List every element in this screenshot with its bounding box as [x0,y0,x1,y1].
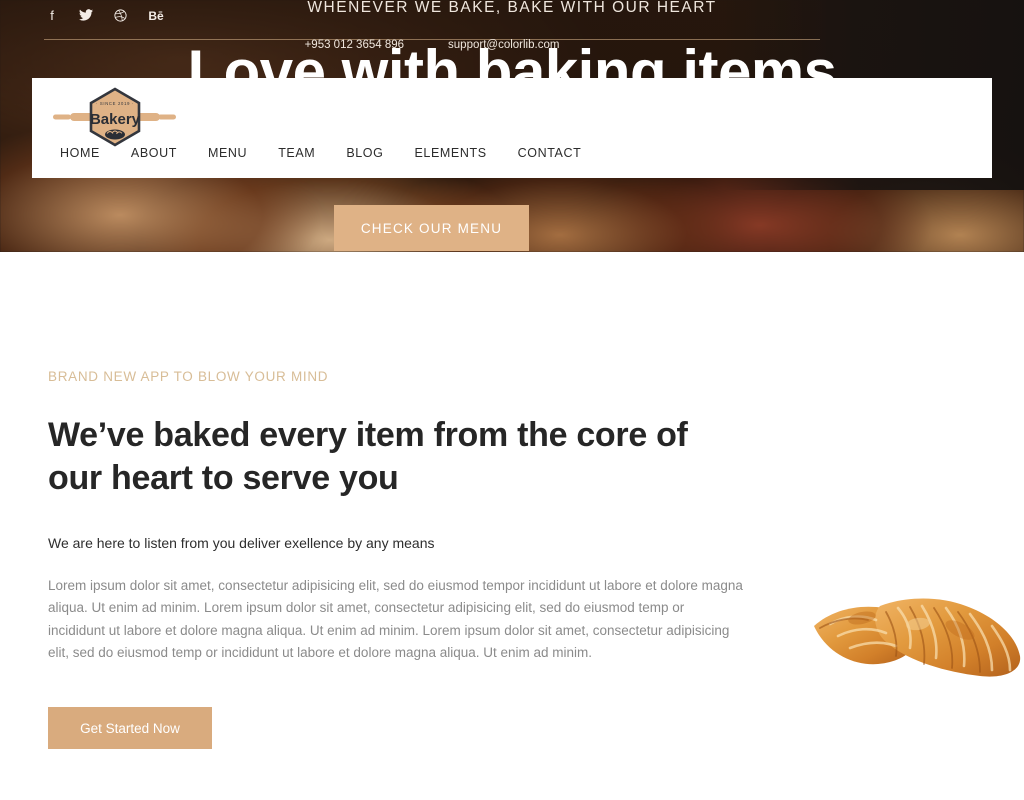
facebook-icon[interactable]: f [44,8,60,24]
nav-item-team[interactable]: TEAM [278,146,336,160]
navigation-panel: · SINCE 2019 · Bakery HOME ABOUT MENU TE… [32,78,992,178]
contact-line: +953 012 3654 896 support@colorlib.com [44,39,820,51]
dribbble-icon[interactable] [112,8,128,22]
nav-item-contact[interactable]: CONTACT [518,146,603,160]
twitter-icon[interactable] [78,8,94,21]
section-eyebrow: BRAND NEW APP TO BLOW YOUR MIND [48,369,329,384]
nav-item-menu[interactable]: MENU [208,146,268,160]
nav-item-elements[interactable]: ELEMENTS [414,146,507,160]
nav-item-home[interactable]: HOME [60,146,121,160]
phone-number[interactable]: +953 012 3654 896 [305,39,404,51]
email-address[interactable]: support@colorlib.com [448,39,559,51]
nav-item-blog[interactable]: BLOG [346,146,404,160]
main-navigation: HOME ABOUT MENU TEAM BLOG ELEMENTS CONTA… [60,146,612,160]
section-paragraph: Lorem ipsum dolor sit amet, consectetur … [48,578,743,660]
hero-section: WHENEVER WE BAKE, BAKE WITH OUR HEART Lo… [0,0,1024,252]
nav-item-about[interactable]: ABOUT [131,146,198,160]
get-started-button[interactable]: Get Started Now [48,707,212,750]
top-social-bar: f Bē [44,8,820,40]
behance-icon[interactable]: Bē [146,8,166,24]
croissant-image [810,584,1024,688]
section-heading: We’ve baked every item from the core of … [48,416,688,497]
check-our-menu-button[interactable]: CHECK OUR MENU [334,205,529,251]
site-logo[interactable]: · SINCE 2019 · Bakery [48,86,206,148]
about-section: BRAND NEW APP TO BLOW YOUR MIND We’ve ba… [0,252,1024,800]
svg-text:Bakery: Bakery [90,111,141,128]
svg-text:· SINCE 2019 ·: · SINCE 2019 · [96,101,134,106]
about-content: BRAND NEW APP TO BLOW YOUR MIND We’ve ba… [48,368,748,750]
section-lead: We are here to listen from you deliver e… [48,535,435,551]
